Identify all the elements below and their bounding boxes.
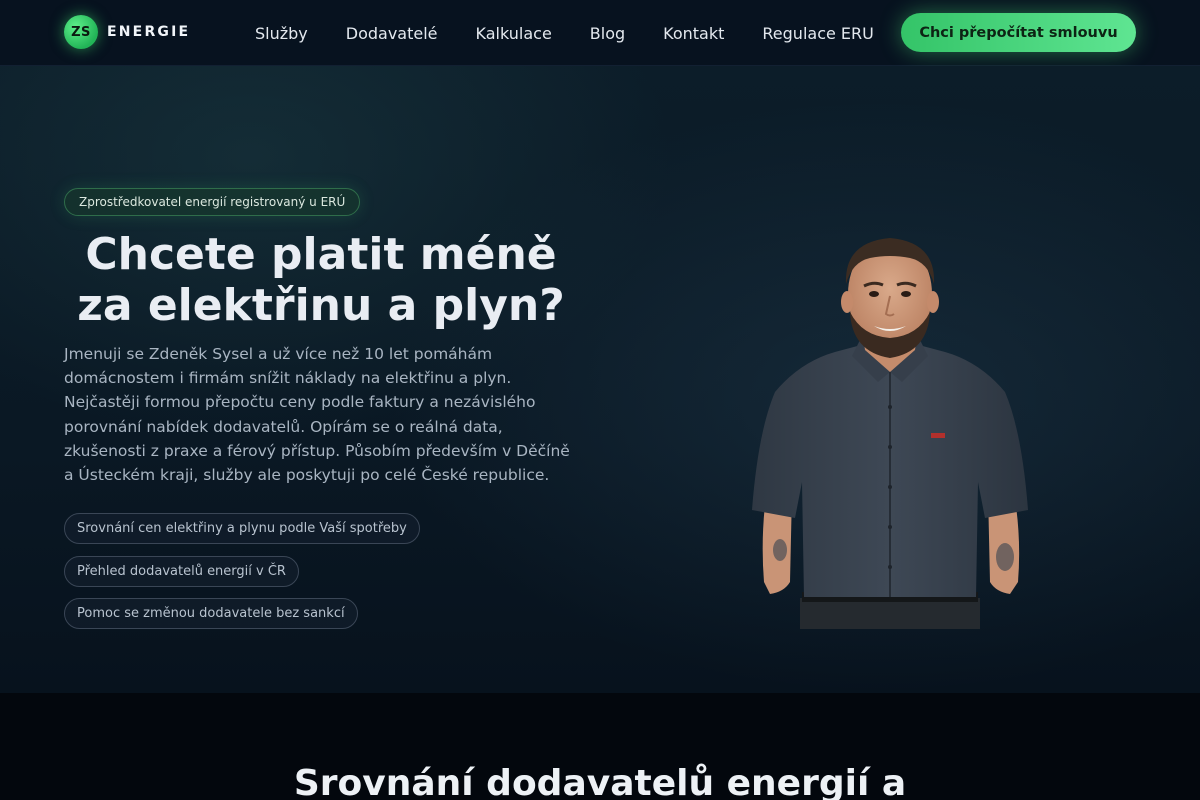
nav-link-kontakt[interactable]: Kontakt <box>644 24 743 43</box>
hero-description: Jmenuji se Zdeněk Sysel a už více než 10… <box>64 345 570 485</box>
nav-link-dodavatele[interactable]: Dodavatelé <box>327 24 457 43</box>
feature-pill-price-comparison: Srovnání cen elektřiny a plynu podle Vaš… <box>64 513 420 544</box>
nav-link-blog[interactable]: Blog <box>571 24 644 43</box>
supplier-comparison-section: Srovnání dodavatelů energií a <box>0 693 1200 800</box>
feature-pill-suppliers-overview: Přehled dodavatelů energií v ČR <box>64 556 299 587</box>
section-title: Srovnání dodavatelů energií a <box>293 763 907 800</box>
logo-text: ENERGIE <box>107 24 191 40</box>
feature-pill-supplier-switch: Pomoc se změnou dodavatele bez sankcí <box>64 598 358 629</box>
nav-link-sluzby[interactable]: Služby <box>236 24 327 43</box>
nav-link-kalkulace[interactable]: Kalkulace <box>457 24 571 43</box>
top-navigation: ZS ENERGIE Služby Dodavatelé Kalkulace B… <box>0 0 1200 66</box>
hero-title-line-1: Chcete platit méně <box>85 229 557 280</box>
hero-section: Zprostředkovatel energií registrovaný u … <box>0 66 1200 693</box>
logo[interactable]: ZS ENERGIE <box>64 15 190 49</box>
portrait-photo <box>740 232 1040 629</box>
hero-title: Chcete platit méně za elektřinu a plyn? <box>64 229 578 331</box>
nav-links: Služby Dodavatelé Kalkulace Blog Kontakt… <box>236 0 893 66</box>
recalculate-contract-button[interactable]: Chci přepočítat smlouvu <box>901 13 1136 52</box>
nav-link-regulace-eru[interactable]: Regulace ERU <box>743 24 892 43</box>
hero-title-line-2: za elektřinu a plyn? <box>77 280 565 331</box>
eru-registration-badge: Zprostředkovatel energií registrovaný u … <box>64 188 361 216</box>
logo-badge: ZS <box>64 15 98 49</box>
